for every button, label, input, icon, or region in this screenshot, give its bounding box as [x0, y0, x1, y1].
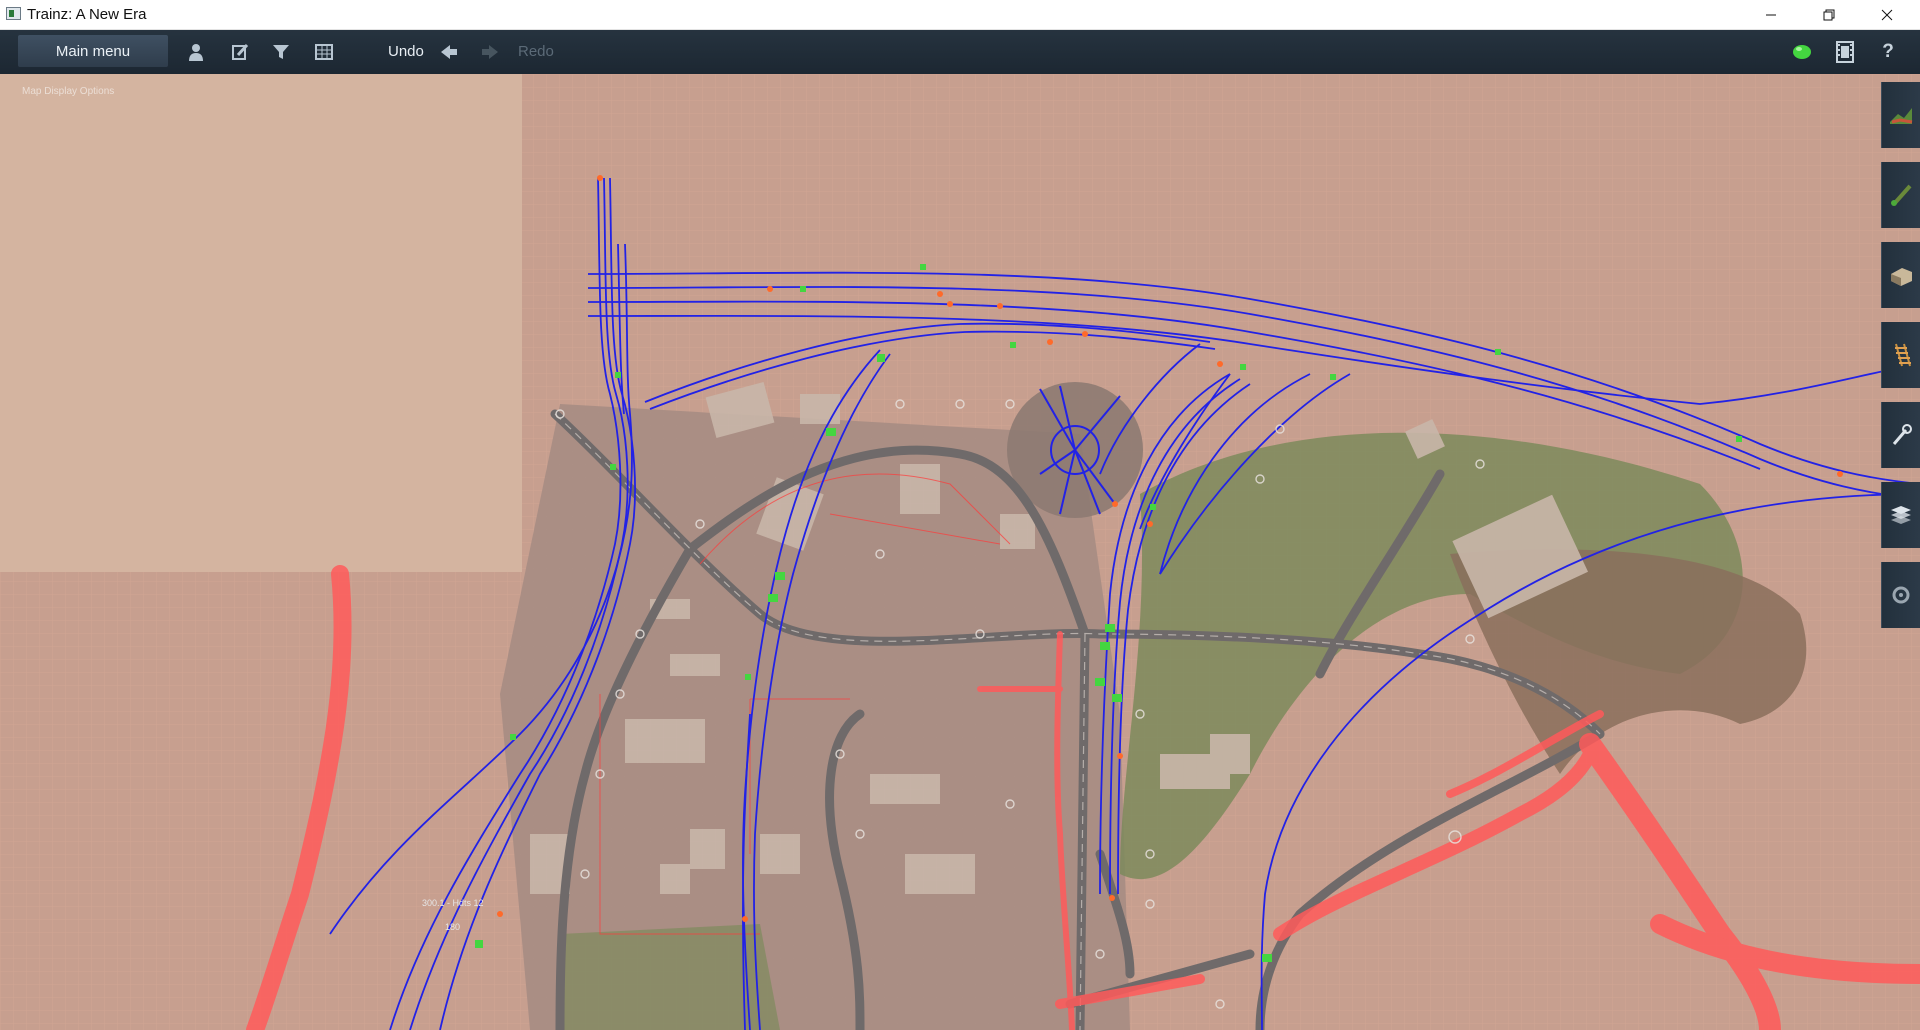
film-icon[interactable]	[1833, 40, 1857, 64]
objects-tool-icon[interactable]	[1881, 242, 1920, 308]
redo-arrow-icon[interactable]	[478, 40, 502, 64]
close-button[interactable]	[1858, 0, 1916, 29]
grid-icon[interactable]	[312, 40, 336, 64]
track-label: 180	[445, 922, 461, 932]
redo-button[interactable]: Redo	[518, 43, 554, 60]
unloaded-terrain-block	[0, 74, 522, 572]
driver-icon[interactable]	[184, 40, 208, 64]
minimize-icon	[1766, 14, 1776, 15]
track-label: 300.1 - Hdts 12	[422, 898, 484, 908]
tools-icon[interactable]	[1881, 402, 1920, 468]
filter-icon[interactable]	[269, 40, 293, 64]
help-icon[interactable]: ?	[1876, 40, 1900, 64]
undo-arrow-icon[interactable]	[437, 40, 461, 64]
paint-tool-icon[interactable]	[1881, 162, 1920, 228]
terrain-tool-icon[interactable]	[1881, 82, 1920, 148]
status-indicator-icon	[1790, 40, 1814, 64]
map-display-options-label[interactable]: Map Display Options	[22, 86, 114, 97]
window-title: Trainz: A New Era	[27, 6, 147, 23]
close-icon	[1881, 9, 1893, 20]
undo-button[interactable]: Undo	[388, 43, 424, 60]
main-menu-button[interactable]: Main menu	[18, 35, 168, 67]
restore-icon	[1823, 9, 1835, 20]
map-viewport[interactable]: Map Display Options 300.1 - Hdts 12 180	[0, 74, 1920, 1030]
app-icon	[6, 7, 21, 20]
toolbar: Main menu Undo Redo ?	[0, 30, 1920, 74]
edit-icon[interactable]	[228, 40, 252, 64]
minimize-button[interactable]	[1742, 0, 1800, 29]
settings-icon[interactable]	[1881, 562, 1920, 628]
map-canvas[interactable]	[0, 74, 1920, 1030]
track-tool-icon[interactable]	[1881, 322, 1920, 388]
restore-button[interactable]	[1800, 0, 1858, 29]
layers-icon[interactable]	[1881, 482, 1920, 548]
title-bar: Trainz: A New Era	[0, 0, 1920, 30]
